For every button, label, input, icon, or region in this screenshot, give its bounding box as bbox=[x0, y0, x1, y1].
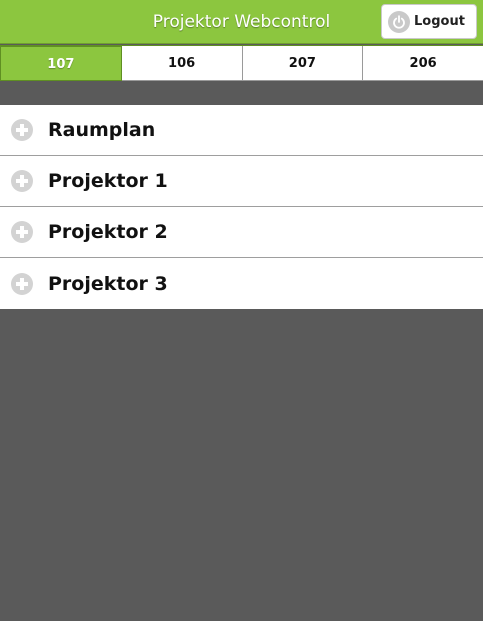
plus-circle-icon bbox=[11, 272, 33, 295]
list-item-label: Projektor 3 bbox=[48, 272, 168, 295]
plus-circle-icon bbox=[11, 170, 33, 192]
tab-207[interactable]: 207 bbox=[242, 46, 364, 81]
logout-label: Logout bbox=[414, 14, 465, 29]
list-item-label: Projektor 1 bbox=[48, 170, 168, 192]
list-item-label: Raumplan bbox=[48, 119, 156, 141]
list-item-raumplan[interactable]: Raumplan bbox=[0, 105, 483, 156]
room-tabs: 107 106 207 206 bbox=[0, 45, 483, 81]
list-item-projektor-2[interactable]: Projektor 2 bbox=[0, 207, 483, 258]
power-icon bbox=[388, 10, 410, 33]
tab-107[interactable]: 107 bbox=[0, 46, 122, 81]
list-item-projektor-1[interactable]: Projektor 1 bbox=[0, 156, 483, 207]
tab-106[interactable]: 106 bbox=[121, 46, 243, 81]
list-item-label: Projektor 2 bbox=[48, 221, 168, 243]
tab-206[interactable]: 206 bbox=[363, 46, 483, 81]
plus-circle-icon bbox=[11, 221, 33, 243]
logout-button[interactable]: Logout bbox=[381, 4, 477, 39]
section-list: Raumplan Projektor 1 Projektor 2 Projekt… bbox=[0, 105, 483, 309]
app-header: Projektor Webcontrol Logout bbox=[0, 0, 483, 44]
plus-circle-icon bbox=[11, 119, 33, 141]
list-item-projektor-3[interactable]: Projektor 3 bbox=[0, 258, 483, 309]
